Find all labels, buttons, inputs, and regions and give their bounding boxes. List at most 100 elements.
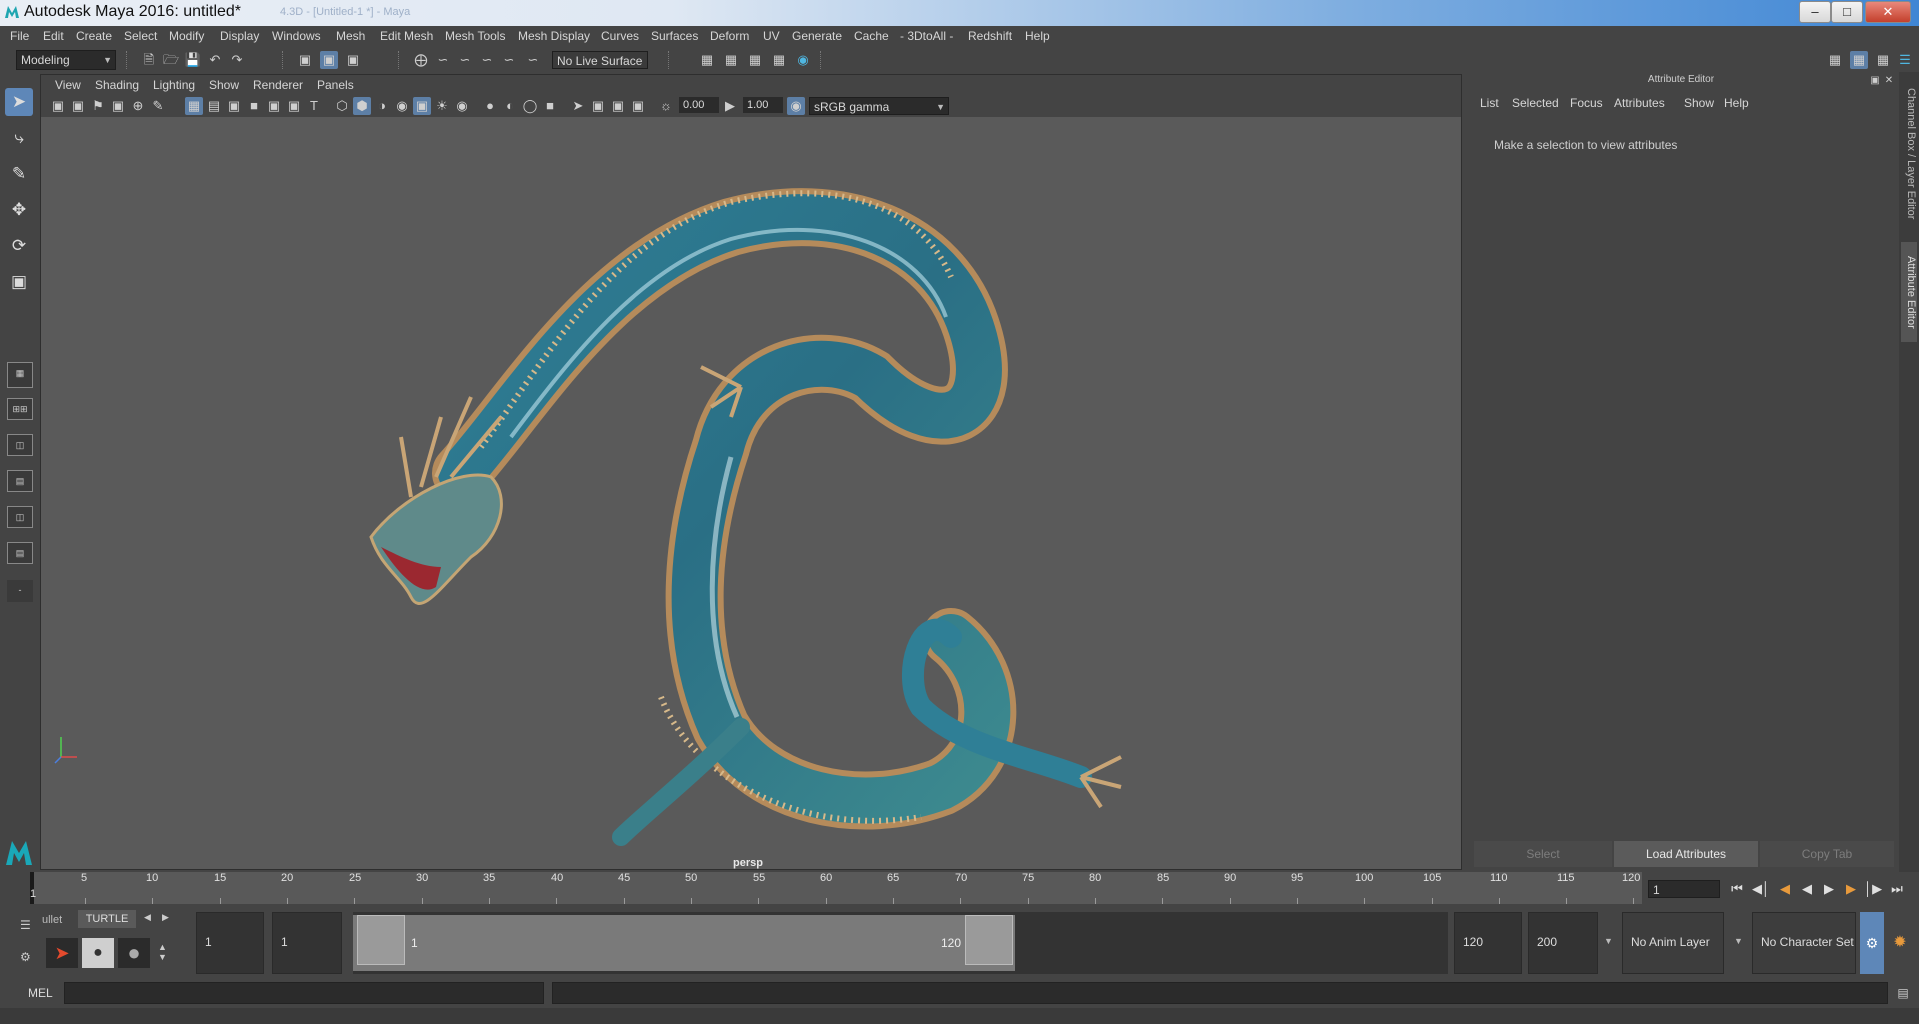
make-live-icon[interactable]: ∽ — [524, 51, 542, 69]
menu-set-dropdown[interactable]: Modeling ▼ — [16, 50, 116, 70]
ae-menu-show[interactable]: Show — [1684, 96, 1714, 110]
play-backwards-icon[interactable]: ◀ — [1796, 878, 1818, 900]
wireframe-icon[interactable]: ⬡ — [333, 97, 351, 115]
shelf-scroll-icon[interactable]: ▲ ▼ — [158, 942, 167, 962]
menu-curves[interactable]: Curves — [601, 29, 639, 43]
scale-tool-icon[interactable]: ▣ — [5, 268, 33, 296]
xray-joints-icon[interactable]: ▣ — [589, 97, 607, 115]
ae-menu-selected[interactable]: Selected — [1512, 96, 1559, 110]
hypershade-layout-icon[interactable]: ◫ — [7, 506, 33, 528]
motion-blur-icon[interactable]: ● — [481, 97, 499, 115]
tool-settings-icon[interactable]: ▦ — [1874, 51, 1892, 69]
snap-to-live-icon[interactable]: ∽ — [500, 51, 518, 69]
safe-action-icon[interactable]: ▣ — [285, 97, 303, 115]
channel-box-tab[interactable]: Channel Box / Layer Editor — [1901, 84, 1917, 224]
menu-display[interactable]: Display — [220, 29, 259, 43]
menu-create[interactable]: Create — [76, 29, 112, 43]
range-slider-track[interactable] — [353, 915, 1015, 971]
menu-surfaces[interactable]: Surfaces — [651, 29, 698, 43]
menu-cache[interactable]: Cache — [854, 29, 889, 43]
range-start-handle[interactable] — [357, 915, 405, 965]
menu-deform[interactable]: Deform — [710, 29, 749, 43]
snap-to-grid-icon[interactable]: ⨁ — [412, 51, 430, 69]
panel-menu-renderer[interactable]: Renderer — [253, 78, 303, 92]
snap-to-view-plane-icon[interactable]: ∽ — [478, 51, 496, 69]
xray-icon[interactable]: ➤ — [569, 97, 587, 115]
backface-culling-icon[interactable]: ▣ — [629, 97, 647, 115]
ae-menu-list[interactable]: List — [1480, 96, 1499, 110]
menu-mesh-display[interactable]: Mesh Display — [518, 29, 590, 43]
ambient-occlusion-icon[interactable]: ◉ — [453, 97, 471, 115]
move-tool-icon[interactable]: ✥ — [5, 196, 33, 224]
hypershade-icon[interactable]: ◉ — [794, 51, 812, 69]
field-chart-icon[interactable]: ▣ — [265, 97, 283, 115]
undo-icon[interactable]: ↶ — [206, 51, 224, 69]
persp-outliner-layout-icon[interactable]: ◫ — [7, 434, 33, 456]
dragon-model[interactable] — [41, 117, 1461, 869]
turtle-sphere-icon[interactable]: ● — [118, 938, 150, 968]
turtle-render-icon[interactable]: ➤ — [46, 938, 78, 968]
go-to-start-icon[interactable]: ⏮ — [1726, 878, 1748, 900]
exposure-field[interactable]: 0.00 — [679, 97, 719, 113]
chevron-down-icon[interactable]: ▼ — [1604, 936, 1613, 946]
go-to-end-icon[interactable]: ⏭ — [1886, 878, 1908, 900]
resolution-gate-icon[interactable]: ▣ — [225, 97, 243, 115]
menu-modify[interactable]: Modify — [169, 29, 204, 43]
panel-menu-shading[interactable]: Shading — [95, 78, 139, 92]
gate-mask-icon[interactable]: ■ — [245, 97, 263, 115]
image-plane-icon[interactable]: ▣ — [109, 97, 127, 115]
ae-menu-attributes[interactable]: Attributes — [1614, 96, 1665, 110]
redo-icon[interactable]: ↷ — [228, 51, 246, 69]
channel-box-toggle-icon[interactable]: ☰ — [1896, 51, 1914, 69]
shelf-tab-prev-icon[interactable]: ◀ — [144, 912, 151, 923]
grease-pencil-icon[interactable]: ✎ — [149, 97, 167, 115]
two-d-pan-zoom-icon[interactable]: ⊕ — [129, 97, 147, 115]
view-transform-dropdown[interactable]: sRGB gamma ▼ — [809, 97, 949, 115]
film-gate-icon[interactable]: ▤ — [205, 97, 223, 115]
toolbox-collapse-icon[interactable]: - — [7, 580, 33, 602]
playback-end-field[interactable]: 120 — [1454, 912, 1522, 974]
range-slider[interactable]: 1 120 — [353, 912, 1448, 974]
render-view-icon[interactable]: ▦ — [698, 51, 716, 69]
minimize-window-button[interactable]: – — [1799, 1, 1831, 23]
uv-editor-layout-icon[interactable]: ▤ — [7, 542, 33, 564]
menu-file[interactable]: File — [10, 29, 29, 43]
menu-edit-mesh[interactable]: Edit Mesh — [380, 29, 433, 43]
menu-3dtoall[interactable]: - 3DtoAll - — [900, 29, 953, 43]
maximize-window-button[interactable]: □ — [1831, 1, 1863, 23]
close-window-button[interactable]: ✕ — [1865, 1, 1911, 23]
ipr-render-icon[interactable]: ▦ — [746, 51, 764, 69]
render-frame-icon[interactable]: ▦ — [722, 51, 740, 69]
rotate-tool-icon[interactable]: ⟳ — [5, 232, 33, 260]
viewport-canvas[interactable]: persp — [41, 117, 1461, 869]
current-frame-field[interactable]: 1 — [1648, 880, 1720, 898]
animation-preferences-icon[interactable]: ✹ — [1888, 912, 1912, 974]
bookmark-icon[interactable]: ⚑ — [89, 97, 107, 115]
open-scene-icon[interactable]: 🗁 — [162, 51, 180, 69]
select-button[interactable]: Select — [1474, 841, 1612, 867]
turtle-baking-icon[interactable]: ● — [82, 938, 114, 968]
menu-mesh[interactable]: Mesh — [336, 29, 365, 43]
step-back-key-icon[interactable]: ◀ — [1774, 878, 1796, 900]
command-input[interactable] — [64, 982, 544, 1004]
range-end-handle[interactable] — [965, 915, 1013, 965]
panel-menu-show[interactable]: Show — [209, 78, 239, 92]
paint-select-tool-icon[interactable]: ✎ — [5, 160, 33, 188]
smooth-shade-icon[interactable]: ⬢ — [353, 97, 371, 115]
shelf-tab-next-icon[interactable]: ▶ — [162, 912, 169, 923]
close-panel-icon[interactable]: ✕ — [1880, 72, 1898, 90]
menu-windows[interactable]: Windows — [272, 29, 321, 43]
animation-start-field[interactable]: 1 — [196, 912, 264, 974]
time-slider[interactable]: 1 5 10 15 20 25 30 35 40 45 50 55 60 65 … — [30, 872, 1642, 904]
menu-edit[interactable]: Edit — [43, 29, 64, 43]
menu-select[interactable]: Select — [124, 29, 157, 43]
load-attributes-button[interactable]: Load Attributes — [1614, 841, 1758, 867]
safe-title-icon[interactable]: T — [305, 97, 323, 115]
xray-components-icon[interactable]: ▣ — [609, 97, 627, 115]
panel-menu-panels[interactable]: Panels — [317, 78, 354, 92]
shelf-tab-bullet[interactable]: ullet — [42, 914, 62, 926]
textured-icon[interactable]: ◉ — [393, 97, 411, 115]
select-tool-icon[interactable]: ➤ — [5, 88, 33, 116]
panel-menu-lighting[interactable]: Lighting — [153, 78, 195, 92]
depth-of-field-icon[interactable]: ◯ — [521, 97, 539, 115]
